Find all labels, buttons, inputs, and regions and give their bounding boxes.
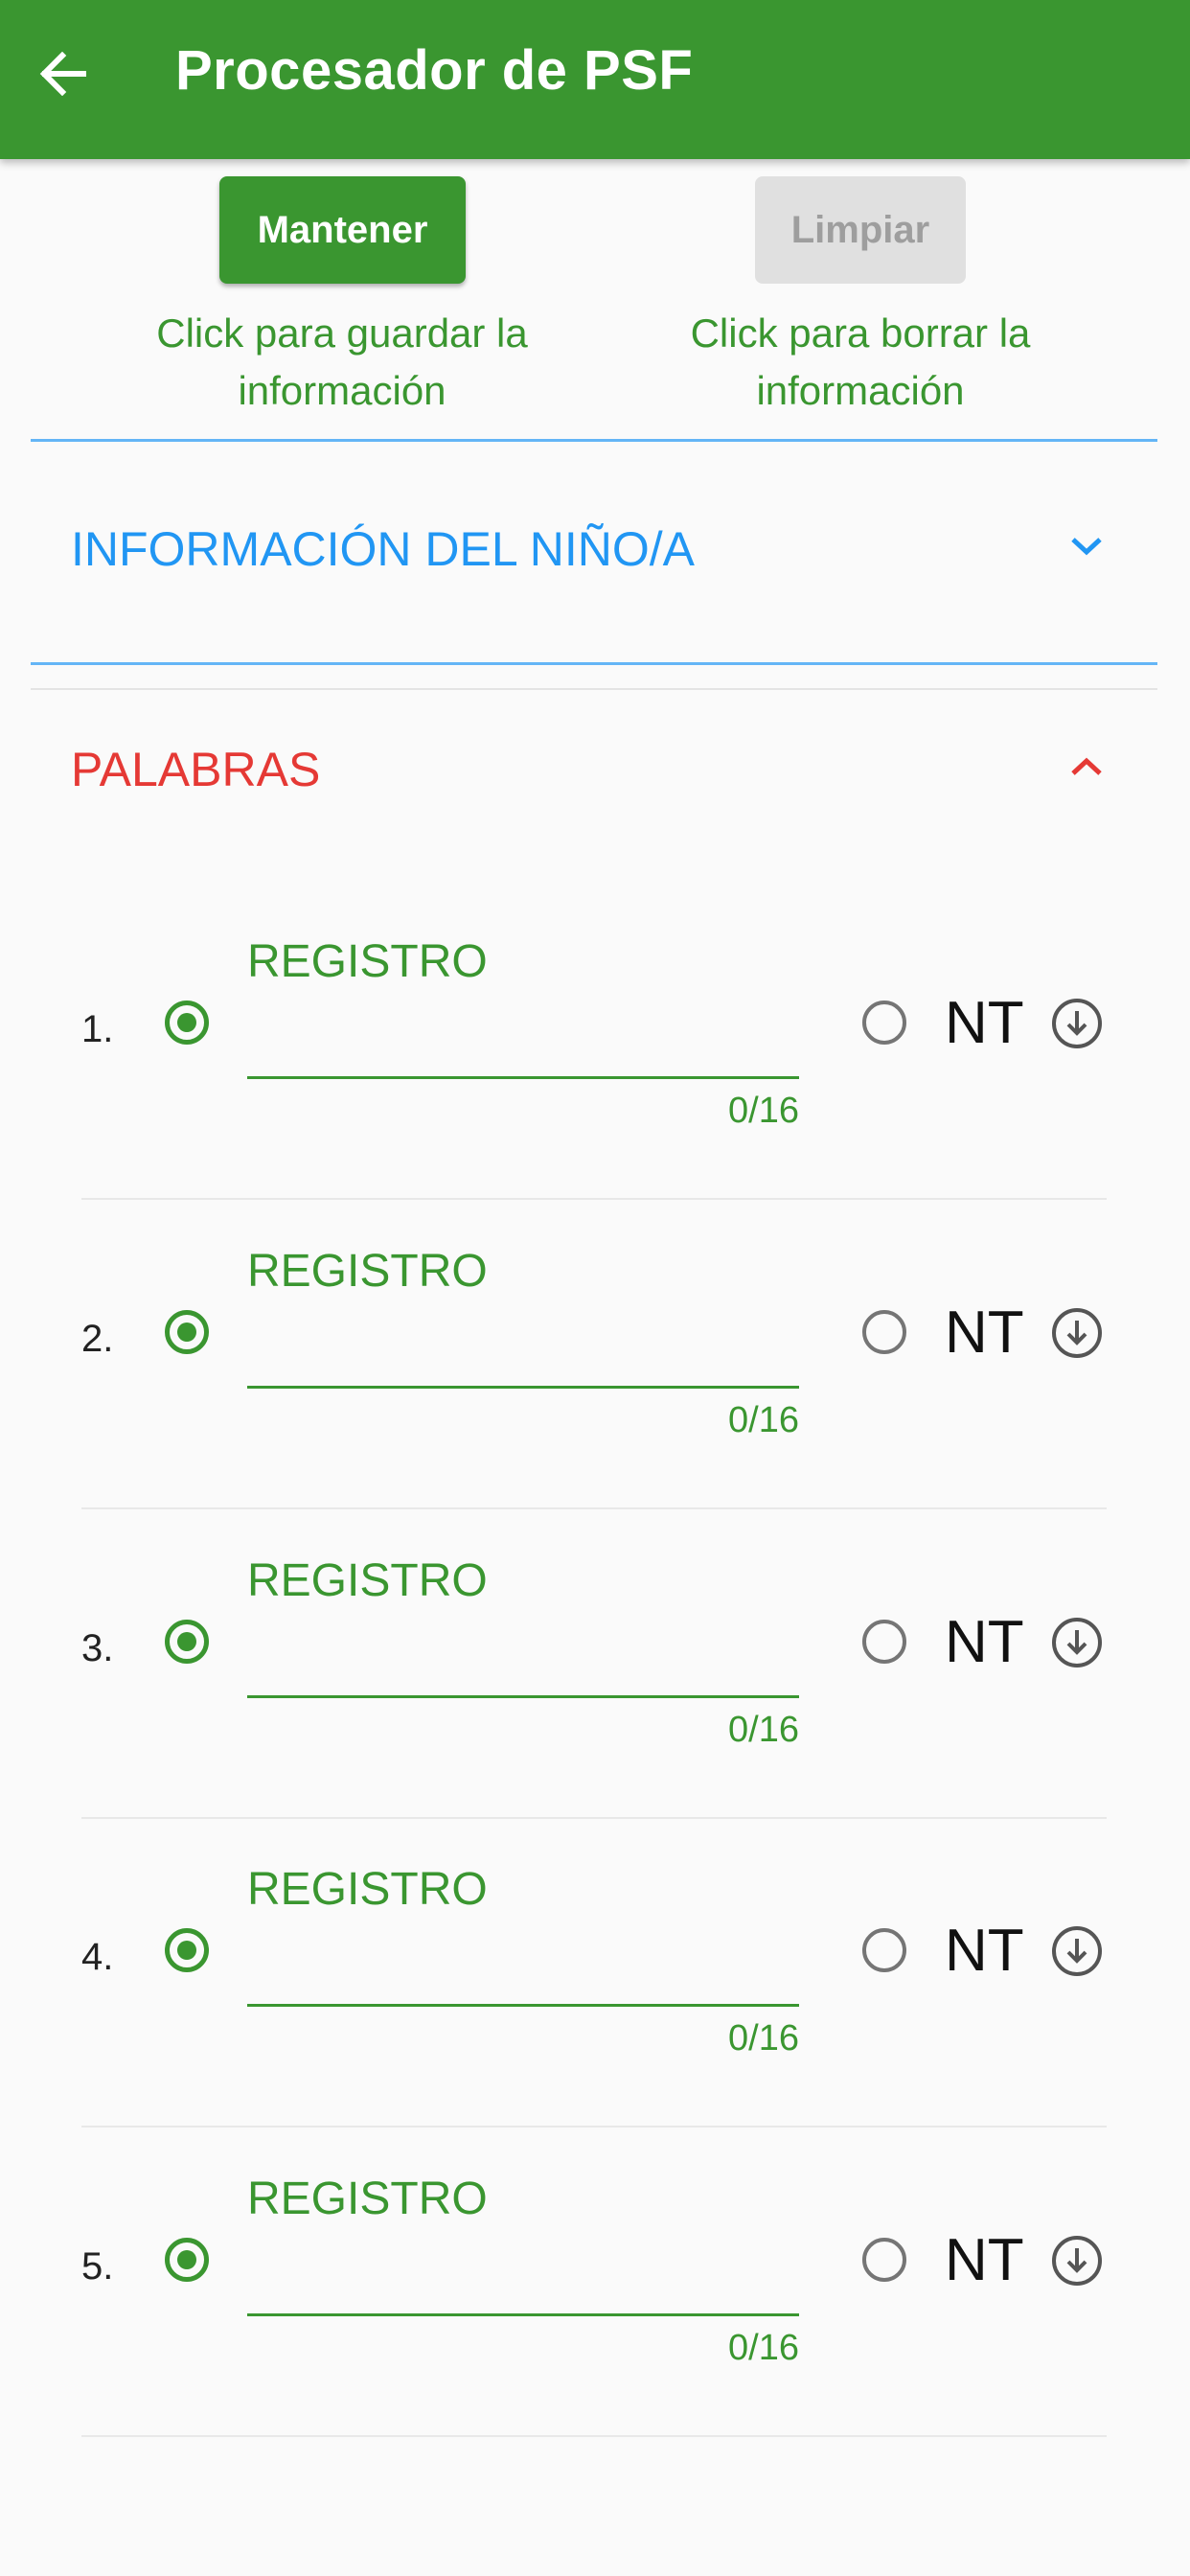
- char-counter: 0/16: [728, 1710, 799, 1750]
- word-input[interactable]: [247, 1002, 799, 1079]
- radio-nt[interactable]: [862, 1310, 906, 1354]
- word-input[interactable]: [247, 1930, 799, 2007]
- radio-registro-selected[interactable]: [165, 1620, 209, 1664]
- clear-button[interactable]: Limpiar: [755, 176, 966, 284]
- word-number: 4.: [81, 1936, 114, 1978]
- section-words-label: PALABRAS: [71, 743, 321, 796]
- word-number: 3.: [81, 1627, 114, 1669]
- save-hint: Click para guardar la información: [156, 310, 528, 413]
- char-counter: 0/16: [728, 2018, 799, 2058]
- word-number: 2.: [81, 1318, 114, 1360]
- download-icon[interactable]: [1050, 1616, 1104, 1669]
- section-divider: [31, 688, 1157, 690]
- radio-nt[interactable]: [862, 1620, 906, 1664]
- word-number: 1.: [81, 1008, 114, 1050]
- section-divider: [31, 662, 1157, 665]
- word-input[interactable]: [247, 1312, 799, 1389]
- arrow-left-icon: [39, 52, 86, 96]
- field-label: REGISTRO: [247, 1246, 488, 1297]
- char-counter: 0/16: [728, 1091, 799, 1131]
- section-child-info[interactable]: INFORMACIÓN DEL NIÑO/A: [31, 487, 1157, 621]
- word-row: 3. REGISTRO 0/16 NT: [0, 1539, 1190, 1848]
- section-divider: [31, 439, 1157, 442]
- row-divider: [81, 1817, 1107, 1819]
- radio-registro-selected[interactable]: [165, 1928, 209, 1972]
- word-number: 5.: [81, 2245, 114, 2288]
- radio-registro-selected[interactable]: [165, 1000, 209, 1045]
- radio-nt[interactable]: [862, 1928, 906, 1972]
- save-button[interactable]: Mantener: [219, 176, 466, 284]
- nt-label: NT: [945, 990, 1024, 1056]
- nt-label: NT: [945, 1918, 1024, 1984]
- field-label: REGISTRO: [247, 2174, 488, 2224]
- section-child-info-label: INFORMACIÓN DEL NIÑO/A: [71, 522, 695, 576]
- nt-label: NT: [945, 1300, 1024, 1366]
- radio-nt[interactable]: [862, 2238, 906, 2282]
- word-input[interactable]: [247, 1622, 799, 1698]
- field-label: REGISTRO: [247, 1555, 488, 1606]
- chevron-down-icon: [1065, 525, 1108, 567]
- download-icon[interactable]: [1050, 1924, 1104, 1978]
- char-counter: 0/16: [728, 2328, 799, 2368]
- row-divider: [81, 2126, 1107, 2128]
- download-icon[interactable]: [1050, 997, 1104, 1050]
- clear-hint: Click para borrar la información: [690, 310, 1031, 413]
- nt-label: NT: [945, 1609, 1024, 1675]
- word-row: 5. REGISTRO 0/16 NT: [0, 2157, 1190, 2466]
- app-bar: Procesador de PSF: [0, 0, 1190, 159]
- nt-label: NT: [945, 2227, 1024, 2293]
- char-counter: 0/16: [728, 1400, 799, 1440]
- word-row: 1. REGISTRO 0/16 NT: [0, 920, 1190, 1229]
- row-divider: [81, 2435, 1107, 2437]
- section-words[interactable]: PALABRAS: [31, 707, 1157, 841]
- word-input[interactable]: [247, 2240, 799, 2316]
- radio-registro-selected[interactable]: [165, 1310, 209, 1354]
- back-button[interactable]: [34, 40, 92, 107]
- radio-registro-selected[interactable]: [165, 2238, 209, 2282]
- chevron-up-icon: [1065, 746, 1108, 788]
- download-icon[interactable]: [1050, 2234, 1104, 2288]
- radio-nt[interactable]: [862, 1000, 906, 1045]
- field-label: REGISTRO: [247, 1864, 488, 1915]
- word-row: 4. REGISTRO 0/16 NT: [0, 1848, 1190, 2156]
- download-icon[interactable]: [1050, 1306, 1104, 1360]
- page-title: Procesador de PSF: [175, 39, 694, 102]
- row-divider: [81, 1198, 1107, 1200]
- row-divider: [81, 1507, 1107, 1509]
- field-label: REGISTRO: [247, 936, 488, 987]
- word-row: 2. REGISTRO 0/16 NT: [0, 1230, 1190, 1538]
